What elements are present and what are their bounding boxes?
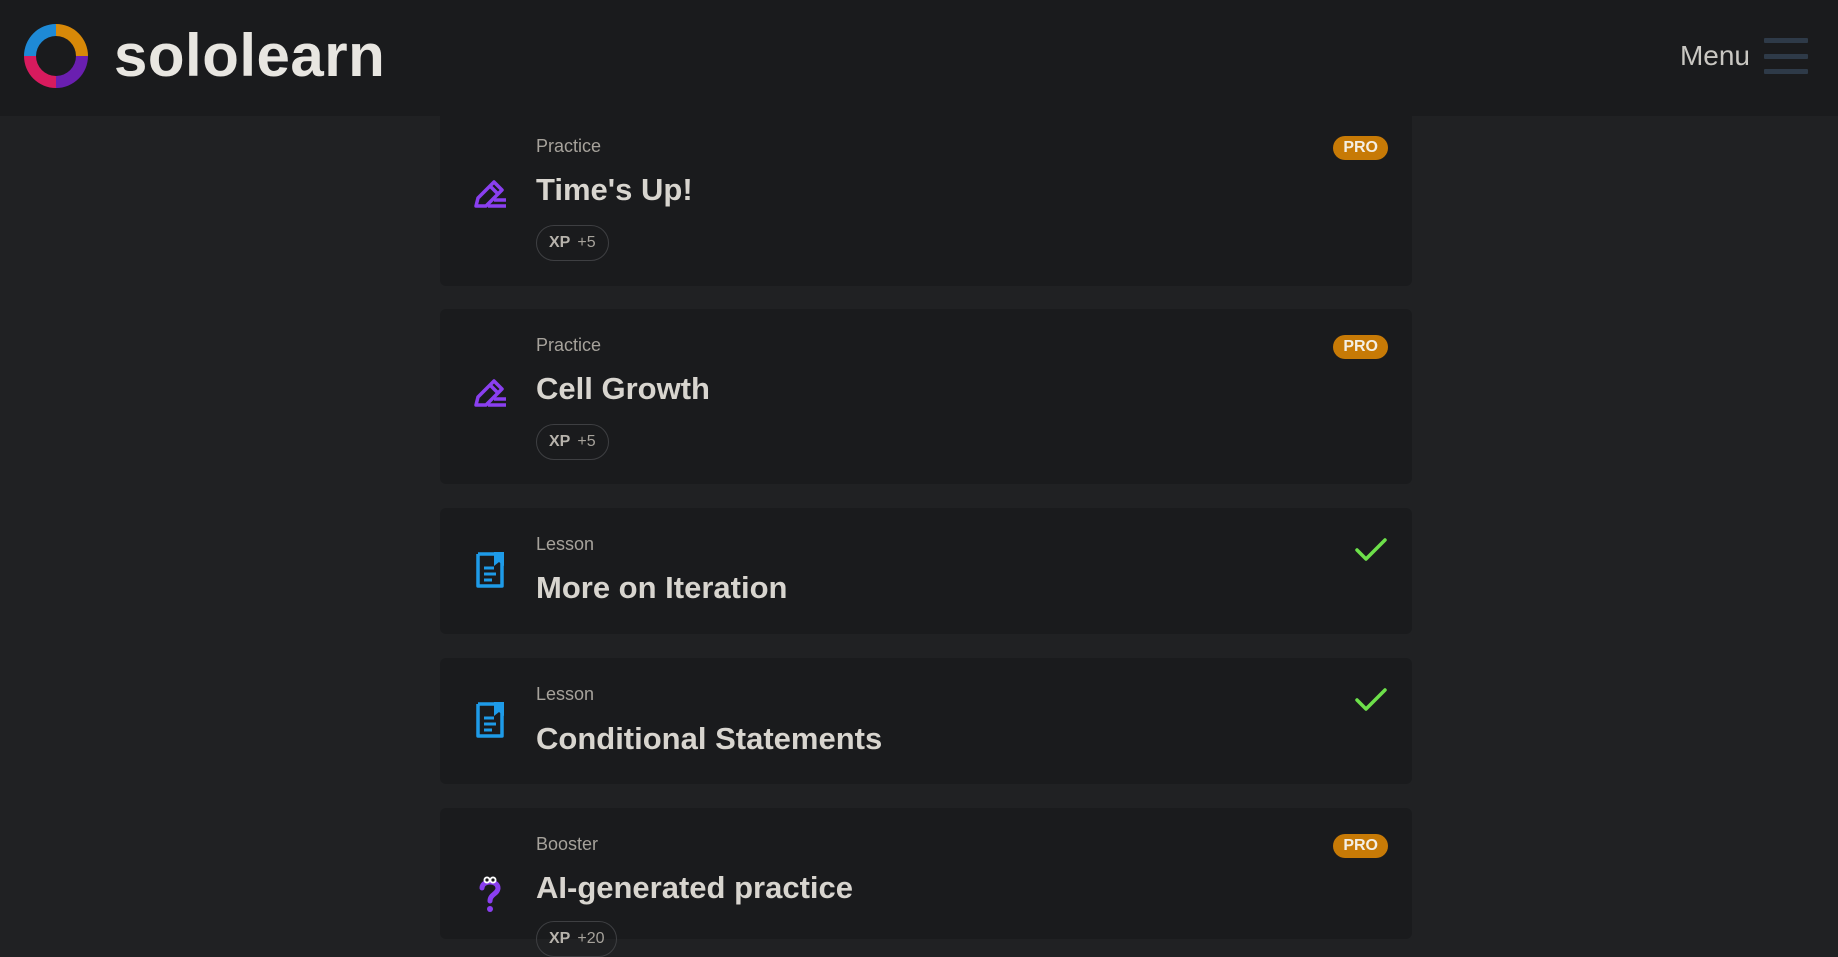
pencil-edit-icon	[474, 379, 506, 407]
list-item-more-on-iteration[interactable]: Lesson More on Iteration	[440, 508, 1412, 634]
completed-check-icon	[1355, 688, 1387, 711]
xp-label: XP	[549, 234, 571, 251]
list-item-conditional-statements[interactable]: Lesson Conditional Statements	[440, 658, 1412, 784]
brand-wordmark[interactable]: sololearn	[114, 18, 385, 94]
item-title: More on Iteration	[536, 570, 788, 605]
item-title: AI-generated practice	[536, 870, 853, 905]
item-type-label: Lesson	[536, 684, 595, 704]
pro-badge: PRO	[1333, 136, 1388, 160]
pro-badge: PRO	[1333, 335, 1388, 359]
lesson-document-icon	[476, 702, 504, 738]
xp-label: XP	[549, 433, 571, 450]
list-item-times-up[interactable]: Practice Time's Up! XP +5 PRO	[440, 100, 1412, 286]
item-title: Conditional Statements	[536, 721, 883, 756]
menu-label: Menu	[1679, 40, 1750, 71]
xp-reward-chip: XP +5	[536, 225, 609, 261]
item-title: Cell Growth	[536, 371, 710, 406]
sololearn-logo[interactable]	[18, 18, 94, 94]
question-mark-icon	[479, 876, 501, 912]
xp-reward-chip: XP +20	[536, 921, 618, 957]
xp-value: +5	[577, 433, 596, 450]
item-type-label: Booster	[536, 834, 599, 854]
item-type-label: Practice	[536, 136, 602, 156]
menu-button[interactable]: Menu	[1680, 34, 1808, 78]
pencil-edit-icon	[474, 180, 506, 208]
xp-label: XP	[549, 930, 571, 947]
list-item-cell-growth[interactable]: Practice Cell Growth XP +5 PRO	[440, 309, 1412, 484]
item-title: Time's Up!	[536, 172, 693, 207]
item-type-label: Lesson	[536, 534, 595, 554]
xp-reward-chip: XP +5	[536, 424, 609, 460]
lesson-document-icon	[476, 552, 504, 588]
pro-badge: PRO	[1333, 834, 1388, 858]
hamburger-icon	[1764, 36, 1808, 76]
item-type-label: Practice	[536, 335, 602, 355]
xp-value: +20	[577, 930, 605, 947]
list-item-ai-generated-practice[interactable]: Booster AI-generated practice XP +20 PRO	[440, 808, 1412, 957]
top-navigation-bar: sololearn Menu	[0, 0, 1838, 116]
xp-value: +5	[577, 234, 596, 251]
completed-check-icon	[1355, 538, 1387, 561]
